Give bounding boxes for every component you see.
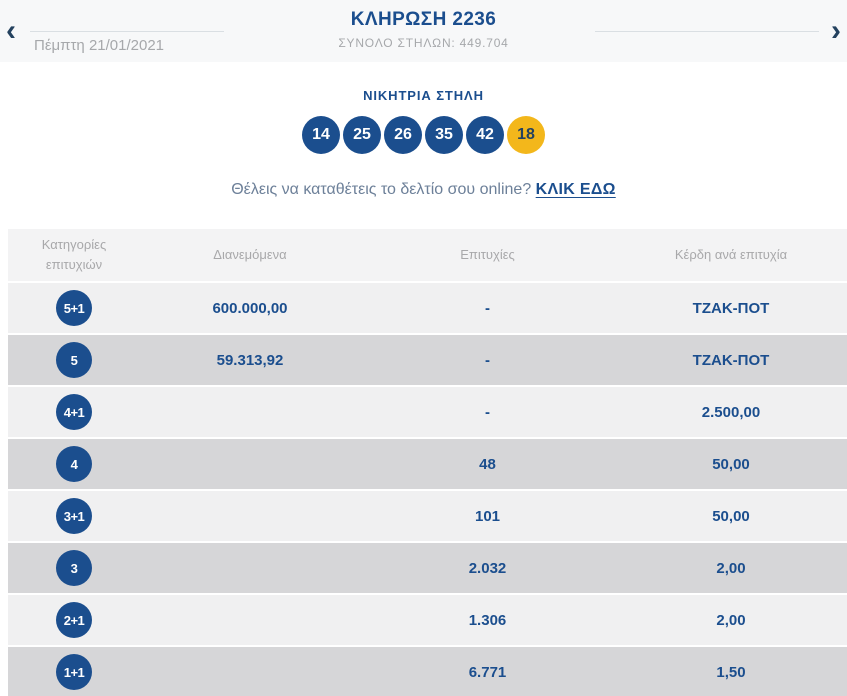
category-badge: 4 [56, 446, 92, 482]
header-divider-right [595, 31, 819, 32]
winning-number-value: 26 [394, 126, 412, 144]
distributed-cell: 600.000,00 [140, 300, 360, 317]
category-badge: 5 [56, 342, 92, 378]
table-row: 4+1 - 2.500,00 [8, 387, 847, 439]
results-table-header: Κατηγορίες επιτυχιών Διανεμόμενα Επιτυχί… [8, 229, 847, 283]
category-badge: 5+1 [56, 290, 92, 326]
prize-cell: 2.500,00 [615, 404, 847, 421]
prize-cell: 50,00 [615, 508, 847, 525]
results-table: Κατηγορίες επιτυχιών Διανεμόμενα Επιτυχί… [8, 229, 847, 696]
category-label: 4 [71, 457, 78, 472]
category-badge: 2+1 [56, 602, 92, 638]
category-label: 1+1 [64, 665, 85, 680]
category-label: 3 [71, 561, 78, 576]
category-cell: 2+1 [8, 602, 140, 638]
prize-cell: 2,00 [615, 560, 847, 577]
category-label: 5 [71, 353, 78, 368]
winning-number-ball: 14 [302, 116, 340, 154]
winning-number-ball: 18 [507, 116, 545, 154]
table-row: 3+1 101 50,00 [8, 491, 847, 543]
winners-cell: 48 [360, 456, 615, 473]
category-cell: 5+1 [8, 290, 140, 326]
draw-title: ΚΛΗΡΩΣΗ 2236 [0, 9, 847, 31]
winning-column-label: ΝΙΚΗΤΡΙΑ ΣΤΗΛΗ [0, 88, 847, 103]
winning-number-ball: 42 [466, 116, 504, 154]
table-row: 1+1 6.771 1,50 [8, 647, 847, 696]
winners-cell: 6.771 [360, 664, 615, 681]
category-cell: 4+1 [8, 394, 140, 430]
prize-cell: 1,50 [615, 664, 847, 681]
winning-number-value: 25 [353, 126, 371, 144]
results-table-body: 5+1 600.000,00 - ΤΖΑΚ-ΠΟΤ 5 59.313,92 - … [8, 283, 847, 696]
category-cell: 4 [8, 446, 140, 482]
category-label: 5+1 [64, 301, 85, 316]
category-badge: 1+1 [56, 654, 92, 690]
table-row: 3 2.032 2,00 [8, 543, 847, 595]
winning-number-ball: 25 [343, 116, 381, 154]
table-row: 5 59.313,92 - ΤΖΑΚ-ΠΟΤ [8, 335, 847, 387]
distributed-cell: 59.313,92 [140, 352, 360, 369]
winning-number-value: 14 [312, 126, 330, 144]
winning-number-value: 18 [517, 126, 535, 144]
winning-number-value: 42 [476, 126, 494, 144]
header-winners: Επιτυχίες [360, 245, 615, 265]
category-badge: 3 [56, 550, 92, 586]
total-columns-label: ΣΥΝΟΛΟ ΣΤΗΛΩΝ: 449.704 [0, 36, 847, 50]
winners-cell: - [360, 352, 615, 369]
table-row: 5+1 600.000,00 - ΤΖΑΚ-ΠΟΤ [8, 283, 847, 335]
winning-number-value: 35 [435, 126, 453, 144]
winners-cell: 1.306 [360, 612, 615, 629]
winning-number-ball: 26 [384, 116, 422, 154]
category-cell: 5 [8, 342, 140, 378]
winning-number-ball: 35 [425, 116, 463, 154]
prize-cell: ΤΖΑΚ-ΠΟΤ [615, 352, 847, 369]
chevron-right-icon[interactable]: › [831, 18, 841, 44]
cta-link[interactable]: ΚΛΙΚ ΕΔΩ [536, 181, 616, 198]
winners-cell: - [360, 300, 615, 317]
category-label: 4+1 [64, 405, 85, 420]
cta-text: Θέλεις να καταθέτεις το δελτίο σου onlin… [231, 181, 531, 198]
prize-cell: ΤΖΑΚ-ΠΟΤ [615, 300, 847, 317]
header-categories: Κατηγορίες επιτυχιών [8, 235, 140, 275]
category-cell: 1+1 [8, 654, 140, 690]
winners-cell: - [360, 404, 615, 421]
category-label: 2+1 [64, 613, 85, 628]
category-cell: 3+1 [8, 498, 140, 534]
table-row: 4 48 50,00 [8, 439, 847, 491]
winners-cell: 101 [360, 508, 615, 525]
prize-cell: 2,00 [615, 612, 847, 629]
category-badge: 3+1 [56, 498, 92, 534]
prize-cell: 50,00 [615, 456, 847, 473]
category-badge: 4+1 [56, 394, 92, 430]
table-row: 2+1 1.306 2,00 [8, 595, 847, 647]
cta-line: Θέλεις να καταθέτεις το δελτίο σου onlin… [0, 181, 847, 199]
header-prize: Κέρδη ανά επιτυχία [615, 245, 847, 265]
category-cell: 3 [8, 550, 140, 586]
category-label: 3+1 [64, 509, 85, 524]
winning-numbers: 14 25 26 35 42 18 [0, 116, 847, 154]
draw-header: ‹ Πέμπτη 21/01/2021 ΚΛΗΡΩΣΗ 2236 ΣΥΝΟΛΟ … [0, 0, 847, 62]
winners-cell: 2.032 [360, 560, 615, 577]
header-distributed: Διανεμόμενα [140, 245, 360, 265]
